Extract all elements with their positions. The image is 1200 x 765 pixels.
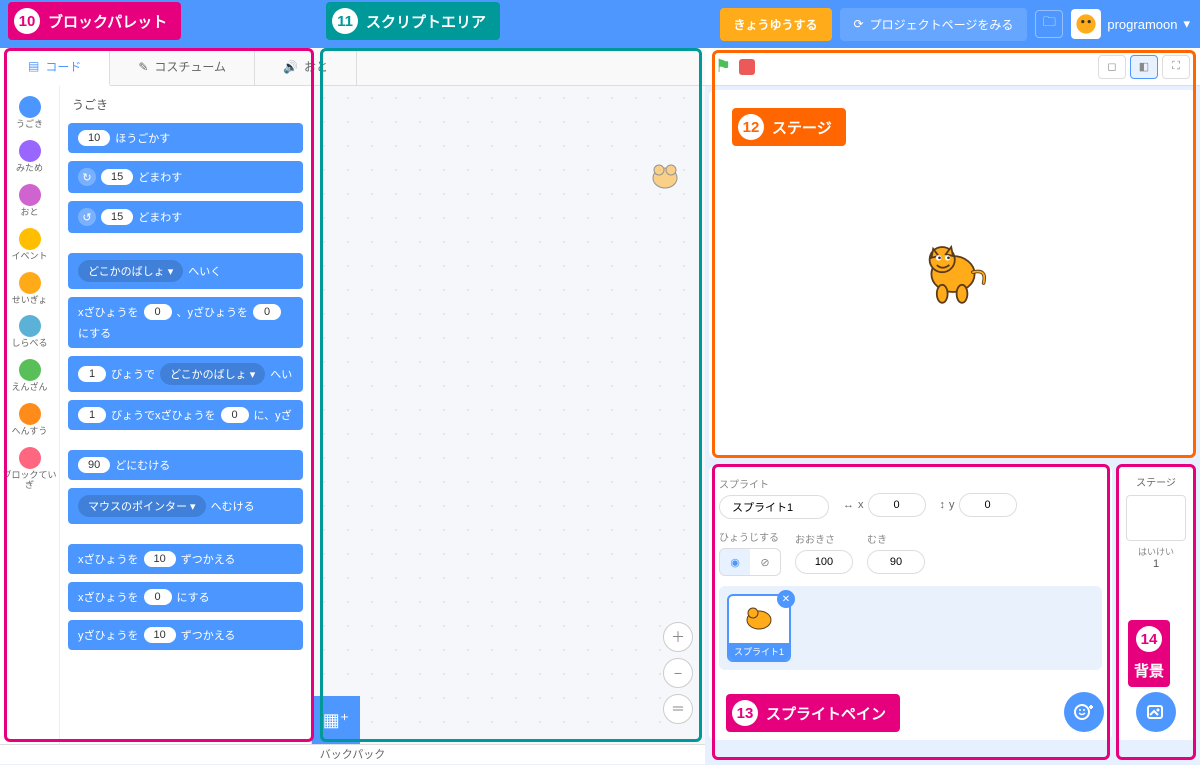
zoom-in-button[interactable]: ＋ [663, 622, 693, 652]
sprite-thumbnail[interactable]: ✕ スプライト1 [727, 594, 791, 662]
category-おと[interactable]: おと [0, 180, 59, 222]
sprite-size-input[interactable] [795, 550, 853, 574]
stage-header: ⚑ ◻ ◧ ⛶ [705, 48, 1200, 86]
block-categories: うごきみためおとイベントせいぎょしらべるえんざんへんすうブロックていぎ [0, 86, 60, 744]
tab-costumes[interactable]: ✎コスチューム [110, 48, 255, 85]
swap-icon: ⟳ [854, 17, 864, 31]
category-dot-icon [19, 228, 41, 250]
block-glide-xy[interactable]: 1びょうでxざひょうを0に、yざ [68, 400, 303, 430]
block-palette: うごき 10ほうごかす ↻15どまわす ↺15どまわす どこかのばしょ ▾へいく… [60, 86, 312, 744]
show-sprite-button[interactable]: ◉ [720, 549, 750, 575]
sound-icon: 🔊 [283, 60, 298, 74]
fullscreen-button[interactable]: ⛶ [1162, 55, 1190, 79]
tab-sounds[interactable]: 🔊おと [255, 48, 357, 85]
green-flag-button[interactable]: ⚑ [715, 56, 731, 77]
block-goto[interactable]: どこかのばしょ ▾へいく [68, 253, 303, 289]
top-menubar: しゅう きょうゆうする ⟳ プロジェクトページをみる 🗀 programoon … [0, 0, 1200, 48]
add-sprite-button[interactable] [1064, 692, 1104, 732]
block-point-towards[interactable]: マウスのポインター ▾へむける [68, 488, 303, 524]
zoom-out-button[interactable]: − [663, 658, 693, 688]
category-へんすう[interactable]: へんすう [0, 399, 59, 441]
stage-thumbnail[interactable] [1126, 495, 1186, 541]
category-みため[interactable]: みため [0, 136, 59, 178]
avatar [1071, 9, 1101, 39]
category-dot-icon [19, 359, 41, 381]
blocks-section-title: うごき [68, 96, 303, 113]
backpack-toggle[interactable]: バックパック [0, 744, 705, 764]
stage-small-button[interactable]: ◻ [1098, 55, 1126, 79]
sprite-direction-input[interactable] [867, 550, 925, 574]
tab-code[interactable]: ▤コード [0, 48, 110, 86]
share-button[interactable]: きょうゆうする [720, 8, 832, 41]
add-extension-button[interactable]: ▦⁺ [312, 696, 360, 744]
stop-button[interactable] [739, 59, 755, 75]
category-dot-icon [19, 315, 41, 337]
block-point-dir[interactable]: 90どにむける [68, 450, 303, 480]
user-menu[interactable]: programoon ▾ [1071, 9, 1190, 39]
add-backdrop-button[interactable] [1136, 692, 1176, 732]
block-set-x[interactable]: xざひょうを0にする [68, 582, 303, 612]
hide-sprite-button[interactable]: ⊘ [750, 549, 780, 575]
editor-tabs: ▤コード ✎コスチューム 🔊おと [0, 48, 705, 86]
script-area[interactable]: ＋ − ＝ ▦⁺ [312, 86, 705, 744]
category-dot-icon [19, 96, 41, 118]
category-dot-icon [19, 403, 41, 425]
project-page-button[interactable]: ⟳ プロジェクトページをみる [840, 8, 1028, 41]
sprite-x-input[interactable] [868, 493, 926, 517]
category-dot-icon [19, 140, 41, 162]
chevron-down-icon: ▾ [1183, 16, 1190, 32]
sprite-watermark [645, 156, 685, 196]
block-move-steps[interactable]: 10ほうごかす [68, 123, 303, 153]
category-ブロックていぎ[interactable]: ブロックていぎ [0, 443, 59, 495]
stage[interactable] [709, 90, 1196, 458]
folder-icon[interactable]: 🗀 [1035, 10, 1063, 38]
sprite-pane: スプライト ↔ x ↕ y ひょう [709, 466, 1112, 740]
rotate-ccw-icon: ↺ [78, 208, 96, 226]
block-turn-cw[interactable]: ↻15どまわす [68, 161, 303, 193]
category-えんざん[interactable]: えんざん [0, 355, 59, 397]
block-goto-xy[interactable]: xざひょうを0、yざひょうを0にする [68, 297, 303, 348]
zoom-reset-button[interactable]: ＝ [663, 694, 693, 724]
code-icon: ▤ [28, 59, 39, 73]
sprite-name-label: スプライト [719, 476, 829, 491]
arrow-x-icon: ↔ [843, 499, 854, 511]
rotate-cw-icon: ↻ [78, 168, 96, 186]
category-イベント[interactable]: イベント [0, 224, 59, 266]
arrow-y-icon: ↕ [940, 499, 946, 511]
sprite-y-input[interactable] [959, 493, 1017, 517]
category-せいぎょ[interactable]: せいぎょ [0, 268, 59, 310]
block-change-y[interactable]: yざひょうを10ずつかえる [68, 620, 303, 650]
category-dot-icon [19, 184, 41, 206]
sprite-name-input[interactable] [719, 495, 829, 519]
delete-sprite-button[interactable]: ✕ [777, 590, 795, 608]
sprite-on-stage[interactable] [908, 229, 998, 319]
stage-selector-pane: ステージ はいけい 1 [1116, 466, 1196, 740]
category-うごき[interactable]: うごき [0, 92, 59, 134]
sprite-list: ✕ スプライト1 [719, 586, 1102, 670]
stage-large-button[interactable]: ◧ [1130, 55, 1158, 79]
brush-icon: ✎ [138, 60, 148, 74]
menu-item-partial[interactable]: しゅう [10, 15, 49, 34]
block-change-x[interactable]: xざひょうを10ずつかえる [68, 544, 303, 574]
block-glide-to[interactable]: 1びょうでどこかのばしょ ▾へい [68, 356, 303, 392]
category-しらべる[interactable]: しらべる [0, 311, 59, 353]
category-dot-icon [19, 447, 41, 469]
category-dot-icon [19, 272, 41, 294]
block-turn-ccw[interactable]: ↺15どまわす [68, 201, 303, 233]
